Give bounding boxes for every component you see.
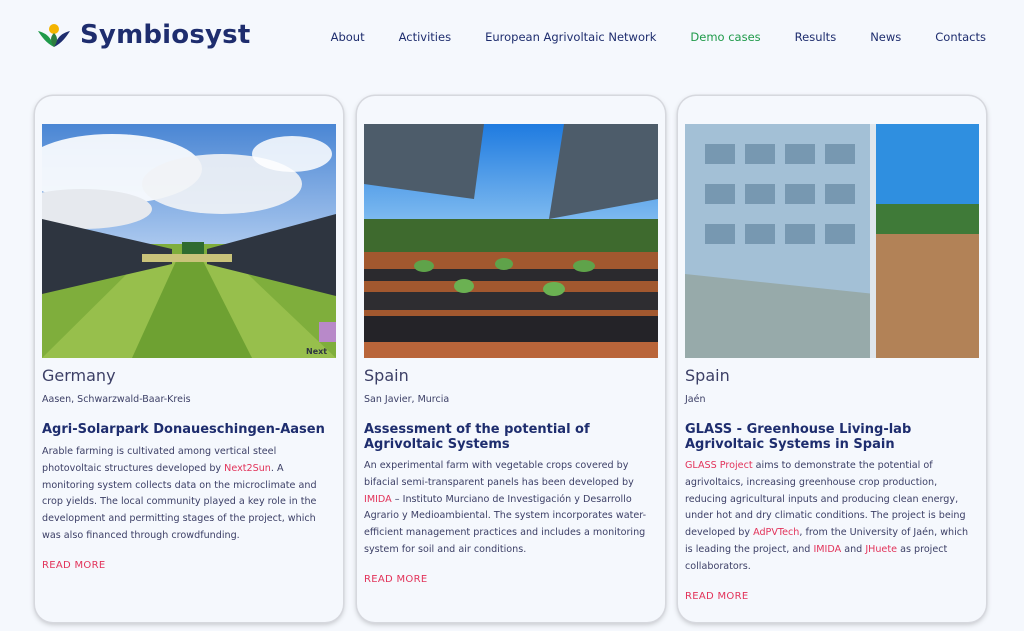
card-description: An experimental farm with vegetable crop… — [364, 458, 656, 559]
description-text: and — [841, 543, 866, 555]
inline-link[interactable]: IMIDA — [813, 544, 841, 555]
image-watermark: Next — [306, 347, 327, 356]
card-description: GLASS Project aims to demonstrate the po… — [685, 458, 977, 576]
inline-link[interactable]: GLASS Project — [685, 460, 753, 471]
demo-card-spain-murcia[interactable]: Spain San Javier, Murcia Assessment of t… — [357, 96, 665, 622]
description-text: An experimental farm with vegetable crop… — [364, 460, 634, 488]
card-country: Germany — [42, 366, 116, 385]
card-image-vertical-solar-field[interactable]: Next — [42, 124, 336, 358]
nav-contacts[interactable]: Contacts — [935, 30, 986, 44]
brand-name: Symbiosyst — [80, 20, 251, 50]
demo-card-spain-jaen[interactable]: Spain Jaén GLASS - Greenhouse Living-lab… — [678, 96, 986, 622]
inline-link[interactable]: IMIDA — [364, 494, 392, 505]
card-country: Spain — [364, 366, 409, 385]
card-location: San Javier, Murcia — [364, 394, 450, 405]
card-country: Spain — [685, 366, 730, 385]
nav-about[interactable]: About — [331, 30, 365, 44]
card-title[interactable]: GLASS - Greenhouse Living-lab Agrivoltai… — [685, 422, 975, 452]
inline-link[interactable]: JHuete — [865, 544, 897, 555]
card-description: Arable farming is cultivated among verti… — [42, 444, 334, 545]
card-location: Aasen, Schwarzwald-Baar-Kreis — [42, 394, 191, 405]
card-title[interactable]: Assessment of the potential of Agrivolta… — [364, 422, 654, 452]
card-title[interactable]: Agri-Solarpark Donaueschingen-Aasen — [42, 422, 332, 437]
inline-link[interactable]: Next2Sun — [224, 463, 271, 474]
demo-card-germany[interactable]: Next Germany Aasen, Schwarzwald-Baar-Kre… — [35, 96, 343, 622]
inline-link[interactable]: AdPVTech — [753, 527, 799, 538]
brand-logo[interactable]: Symbiosyst — [36, 20, 250, 50]
nav-news[interactable]: News — [870, 30, 901, 44]
card-location: Jaén — [685, 394, 706, 405]
nav-activities[interactable]: Activities — [399, 30, 451, 44]
card-image-solar-farm-crops[interactable] — [364, 124, 658, 358]
description-text: – Instituto Murciano de Investigación y … — [364, 493, 647, 555]
main-nav: About Activities European Agrivoltaic Ne… — [297, 30, 986, 44]
read-more-link[interactable]: READ MORE — [42, 560, 105, 571]
nav-european-agrivoltaic-network[interactable]: European Agrivoltaic Network — [485, 30, 656, 44]
nav-demo-cases[interactable]: Demo cases — [690, 30, 760, 44]
nav-results[interactable]: Results — [795, 30, 837, 44]
sunflower-logo-icon — [38, 24, 70, 47]
read-more-link[interactable]: READ MORE — [364, 574, 427, 585]
description-text: . A monitoring system collects data on t… — [42, 462, 317, 541]
read-more-link[interactable]: READ MORE — [685, 591, 748, 602]
site-header: Symbiosyst About Activities European Agr… — [0, 0, 1024, 80]
card-image-greenhouse[interactable] — [685, 124, 979, 358]
